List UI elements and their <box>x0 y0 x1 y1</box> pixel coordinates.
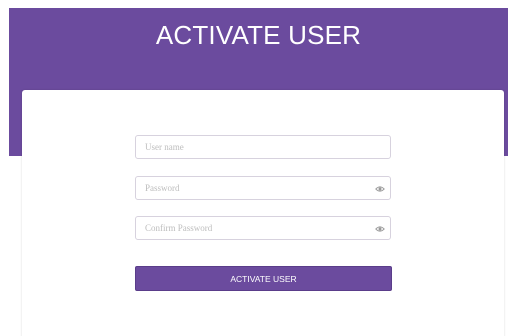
activate-user-page: ACTIVATE USER ACTIVATE USER <box>0 0 508 336</box>
username-field[interactable] <box>135 135 391 159</box>
password-field[interactable] <box>135 176 391 200</box>
eye-icon[interactable] <box>375 224 385 234</box>
username-input[interactable] <box>136 136 390 158</box>
confirm-password-field[interactable] <box>135 216 391 240</box>
password-input[interactable] <box>136 177 390 199</box>
eye-icon[interactable] <box>375 184 385 194</box>
activate-user-button[interactable]: ACTIVATE USER <box>135 266 392 291</box>
page-title: ACTIVATE USER <box>155 20 362 50</box>
activate-user-card: ACTIVATE USER <box>22 90 504 336</box>
confirm-password-input[interactable] <box>136 217 390 239</box>
